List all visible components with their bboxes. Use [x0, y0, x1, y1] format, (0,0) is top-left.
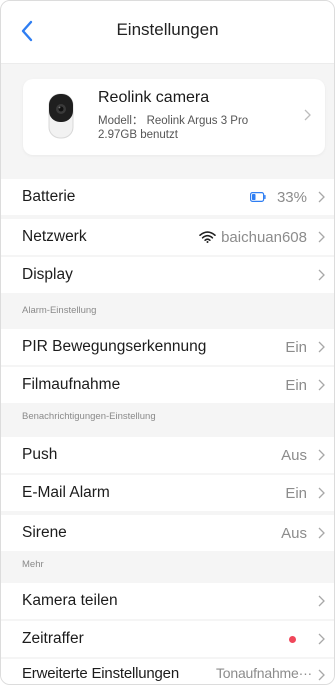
device-model: Modell： Reolink Argus 3 Pro: [98, 115, 249, 127]
row-label: Kamera teilen: [22, 592, 118, 609]
device-storage: 2.97GB benutzt: [98, 129, 178, 141]
row-label: Sirene: [22, 524, 67, 541]
battery-icon: [249, 192, 266, 202]
chevron-right-icon: [304, 109, 311, 121]
chevron-right-icon: [318, 449, 325, 461]
row-label: E-Mail Alarm: [22, 484, 110, 501]
settings-row-email[interactable]: E-Mail Alarm Ein: [1, 475, 334, 511]
settings-row-timelapse[interactable]: Zeitraffer: [1, 621, 334, 657]
settings-row-display[interactable]: Display: [1, 257, 334, 293]
section-header-notifications: Benachrichtigungen-Einstellung: [1, 407, 334, 429]
battery-value: 33%: [249, 188, 307, 206]
network-value: baichuan608: [199, 229, 307, 246]
chevron-right-icon: [318, 191, 325, 203]
device-card[interactable]: Reolink camera Modell： Reolink Argus 3 P…: [23, 79, 325, 155]
section-label: Alarm-Einstellung: [22, 305, 97, 316]
chevron-right-icon: [318, 633, 325, 645]
new-badge-dot: [289, 636, 296, 643]
battery-percent: 33%: [276, 188, 307, 206]
row-label: Batterie: [22, 188, 76, 205]
chevron-right-icon: [318, 379, 325, 391]
header: Einstellungen: [1, 1, 334, 64]
settings-row-advanced[interactable]: Erweiterte Einstellungen Tonaufnahme···: [1, 659, 334, 684]
chevron-right-icon: [318, 269, 325, 281]
network-ssid: baichuan608: [221, 228, 307, 246]
row-label: Display: [22, 266, 73, 283]
row-label: Filmaufnahme: [22, 376, 121, 393]
settings-row-siren[interactable]: Sirene Aus: [1, 515, 334, 551]
page-title: Einstellungen: [116, 20, 219, 39]
chevron-right-icon: [318, 527, 325, 539]
row-label: Zeitraffer: [22, 630, 84, 647]
row-value: Ein: [285, 338, 307, 356]
wifi-icon: [199, 231, 216, 243]
row-value: Tonaufnahme···: [215, 665, 312, 681]
section-label: Mehr: [22, 559, 44, 570]
row-value: Aus: [281, 446, 307, 464]
chevron-right-icon: [318, 341, 325, 353]
settings-row-network[interactable]: Netzwerk baichuan608: [1, 219, 334, 255]
settings-row-push[interactable]: Push Aus: [1, 437, 334, 473]
settings-row-recording[interactable]: Filmaufnahme Ein: [1, 367, 334, 403]
row-value: Ein: [285, 376, 307, 394]
settings-row-share-camera[interactable]: Kamera teilen: [1, 583, 334, 619]
chevron-right-icon: [318, 595, 325, 607]
row-label: Push: [22, 446, 58, 463]
section-header-more: Mehr: [1, 555, 334, 577]
chevron-right-icon: [318, 669, 325, 681]
camera-icon: [48, 93, 74, 139]
settings-row-pir[interactable]: PIR Bewegungserkennung Ein: [1, 329, 334, 365]
row-value: Aus: [281, 524, 307, 542]
row-label: PIR Bewegungserkennung: [22, 338, 207, 355]
section-header-alarm: Alarm-Einstellung: [1, 301, 334, 323]
settings-row-battery[interactable]: Batterie 33%: [1, 179, 334, 215]
chevron-right-icon: [318, 487, 325, 499]
settings-screen: Einstellungen Reolink camera Modell： Reo…: [0, 0, 335, 685]
row-label: Erweiterte Einstellungen: [22, 665, 179, 682]
row-label: Netzwerk: [22, 228, 87, 245]
section-label: Benachrichtigungen-Einstellung: [22, 411, 156, 422]
device-name: Reolink camera: [98, 89, 210, 106]
row-value: Ein: [285, 484, 307, 502]
chevron-right-icon: [318, 231, 325, 243]
